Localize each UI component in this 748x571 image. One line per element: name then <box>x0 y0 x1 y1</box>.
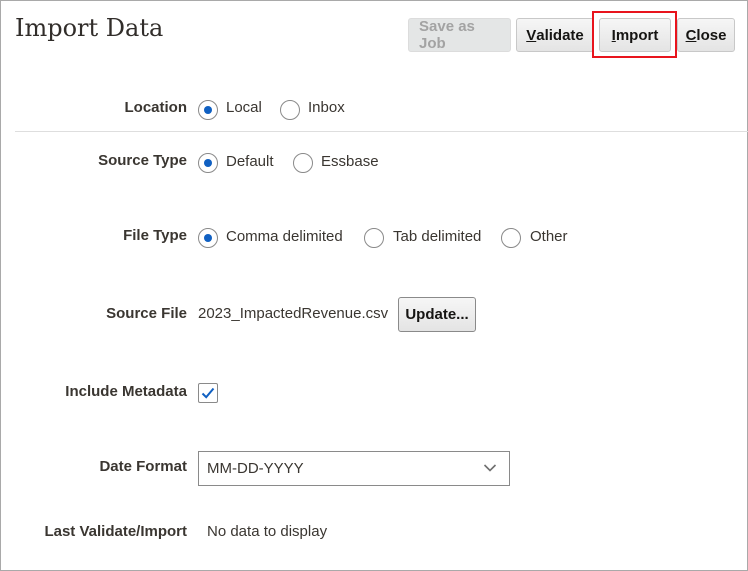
source-file-name: 2023_ImpactedRevenue.csv <box>198 305 389 322</box>
file-type-tab-label: Tab delimited <box>393 228 482 245</box>
file-type-label: File Type <box>123 227 187 244</box>
chevron-down-icon <box>483 464 497 472</box>
location-label: Location <box>124 99 188 116</box>
include-metadata-checkbox[interactable] <box>198 383 218 403</box>
close-mnemonic: C <box>685 26 697 44</box>
close-label: lose <box>696 26 727 44</box>
location-local-label: Local <box>226 99 262 116</box>
source-type-essbase-label: Essbase <box>321 153 379 170</box>
file-type-tab-radio[interactable] <box>364 228 384 248</box>
validate-mnemonic: V <box>526 26 537 44</box>
date-format-select[interactable]: MM-DD-YYYY <box>198 451 510 486</box>
file-type-other-label: Other <box>530 228 568 245</box>
location-local-radio[interactable] <box>198 100 218 120</box>
validate-label: alidate <box>536 26 584 44</box>
close-button[interactable]: Close <box>677 18 735 52</box>
date-format-value: MM-DD-YYYY <box>207 460 304 477</box>
location-inbox-label: Inbox <box>308 99 345 116</box>
source-type-label: Source Type <box>98 152 187 169</box>
file-type-other-radio[interactable] <box>501 228 521 248</box>
date-format-label: Date Format <box>99 458 187 475</box>
import-data-dialog: Import Data Save as Job Validate Import … <box>0 0 748 571</box>
last-validate-value: No data to display <box>207 523 328 540</box>
location-inbox-radio[interactable] <box>280 100 300 120</box>
section-divider <box>15 131 748 132</box>
checkmark-icon <box>201 387 215 399</box>
save-as-job-label: Save as Job <box>419 18 475 52</box>
import-label: mport <box>615 26 659 44</box>
last-validate-label: Last Validate/Import <box>44 523 187 540</box>
source-type-default-radio[interactable] <box>198 153 218 173</box>
update-file-button[interactable]: Update... <box>398 297 476 332</box>
source-file-label: Source File <box>106 305 187 322</box>
source-type-essbase-radio[interactable] <box>293 153 313 173</box>
save-as-job-button[interactable]: Save as Job <box>408 18 511 52</box>
file-type-comma-label: Comma delimited <box>226 228 343 245</box>
include-metadata-label: Include Metadata <box>65 383 187 400</box>
update-file-label: Update... <box>405 306 469 323</box>
file-type-comma-radio[interactable] <box>198 228 218 248</box>
import-button[interactable]: Import <box>599 18 671 52</box>
dialog-title: Import Data <box>15 14 164 42</box>
validate-button[interactable]: Validate <box>516 18 594 52</box>
source-type-default-label: Default <box>226 153 274 170</box>
